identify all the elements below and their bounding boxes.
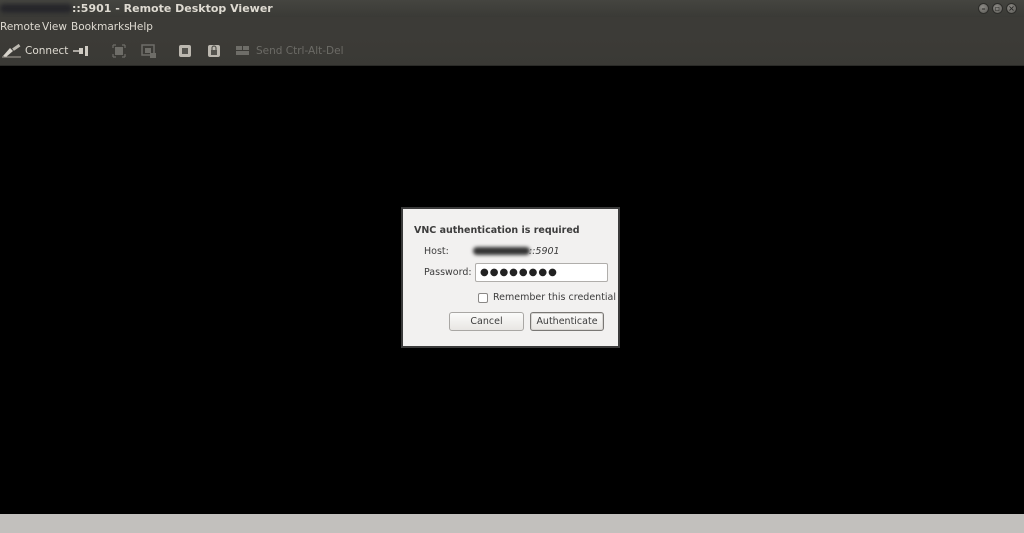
scale-icon: [179, 45, 191, 57]
menubar: Remote View Bookmarks Help: [0, 17, 1024, 37]
remember-checkbox[interactable]: [478, 293, 488, 303]
title-redacted: [0, 4, 72, 13]
host-value: ::5901: [529, 246, 560, 257]
status-bar: [0, 514, 1024, 533]
remember-label[interactable]: Remember this credential: [493, 292, 616, 303]
maximize-icon: ▫: [994, 4, 1001, 13]
screenshot-icon: [141, 44, 156, 58]
minimize-icon: –: [981, 4, 986, 13]
send-ctrl-alt-del-button[interactable]: Send Ctrl-Alt-Del: [235, 37, 344, 65]
toolbar: Connect Send Ctrl-Alt-Del: [0, 37, 1024, 66]
send-ctrl-alt-del-label: Send Ctrl-Alt-Del: [256, 45, 344, 57]
menu-help[interactable]: Help: [129, 17, 153, 37]
menu-remote[interactable]: Remote: [0, 17, 41, 37]
host-label: Host:: [424, 246, 449, 257]
connect-button[interactable]: Connect: [2, 37, 68, 65]
maximize-button[interactable]: ▫: [992, 3, 1003, 14]
minimize-button[interactable]: –: [978, 3, 989, 14]
menu-view[interactable]: View: [42, 17, 67, 37]
menu-bookmarks[interactable]: Bookmarks: [71, 17, 130, 37]
keyboard-icon: [236, 46, 249, 55]
disconnect-icon: [73, 46, 88, 56]
cancel-button[interactable]: Cancel: [449, 312, 524, 331]
authenticate-button[interactable]: Authenticate: [530, 312, 604, 331]
host-redacted: [473, 247, 530, 255]
fullscreen-button[interactable]: [112, 37, 126, 65]
window-title: ::5901 - Remote Desktop Viewer: [72, 2, 273, 15]
password-label: Password:: [424, 267, 472, 278]
fullscreen-icon: [112, 44, 126, 58]
screenshot-button[interactable]: [141, 37, 157, 65]
auth-dialog: VNC authentication is required Host: ::5…: [401, 207, 620, 348]
close-button[interactable]: ×: [1006, 3, 1017, 14]
view-only-button[interactable]: [207, 37, 221, 65]
lock-icon: [208, 45, 220, 57]
disconnect-button[interactable]: [73, 37, 91, 65]
dialog-title: VNC authentication is required: [414, 225, 580, 236]
connect-icon: [2, 44, 21, 58]
close-icon: ×: [1008, 4, 1015, 13]
password-field[interactable]: ●●●●●●●●: [475, 263, 608, 282]
connect-label: Connect: [25, 45, 69, 57]
window-titlebar: ::5901 - Remote Desktop Viewer – ▫ ×: [0, 0, 1024, 17]
scale-button[interactable]: [178, 37, 192, 65]
